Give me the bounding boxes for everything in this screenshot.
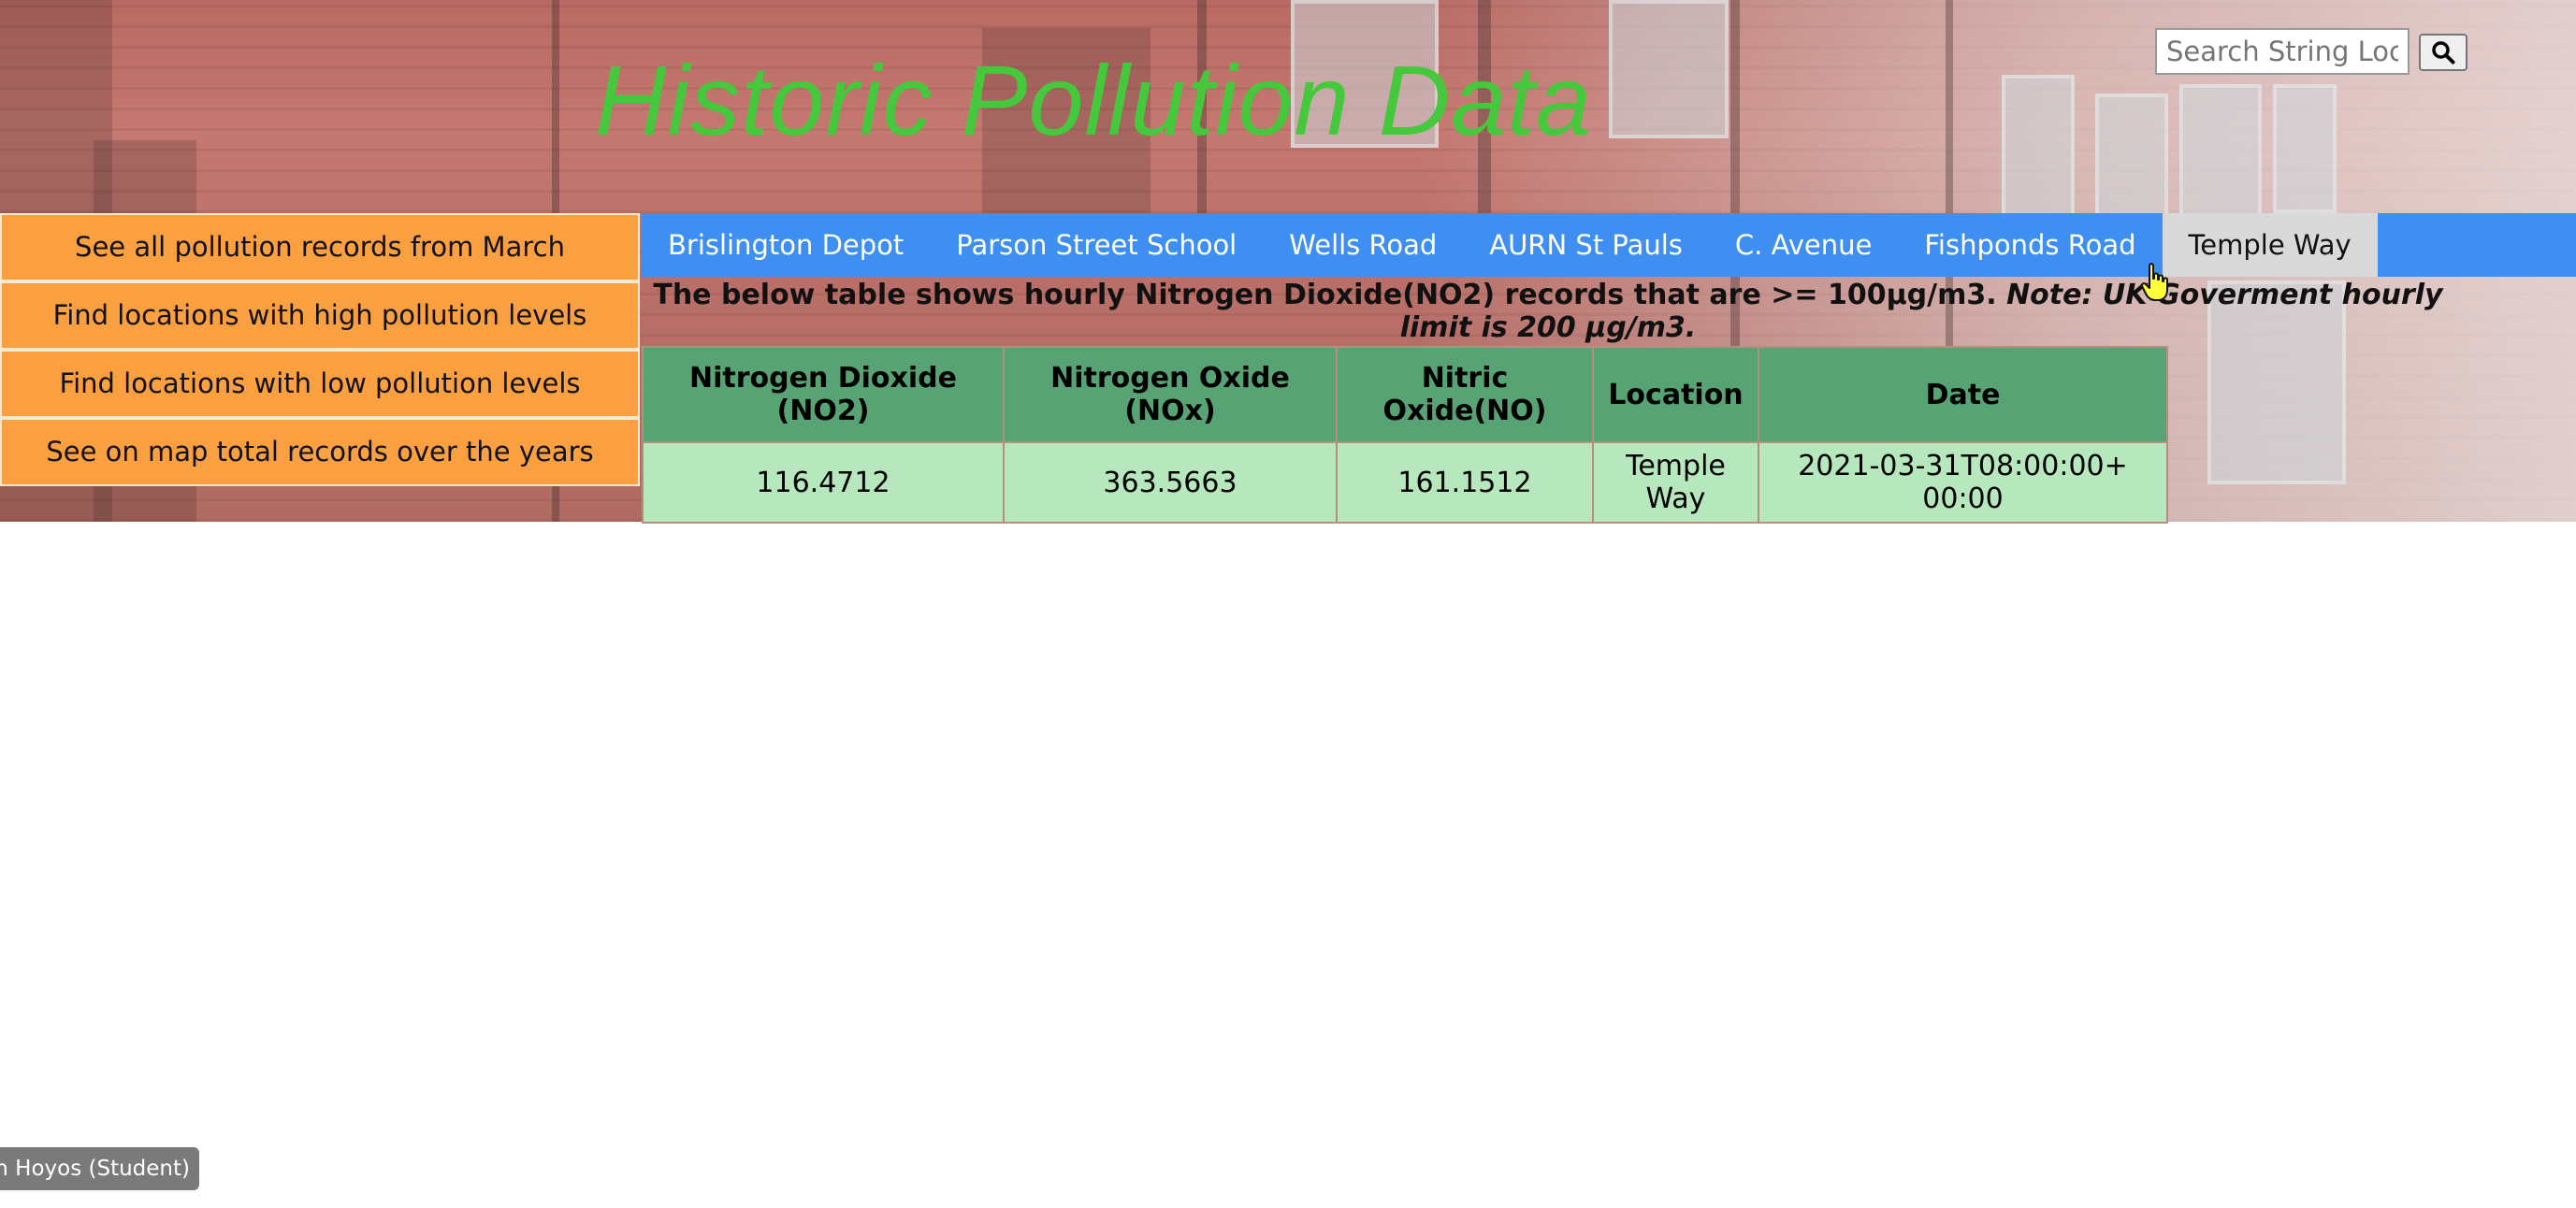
nav-item-aurn-st-pauls[interactable]: AURN St Pauls <box>1463 213 1709 277</box>
note-text: The below table shows hourly Nitrogen Di… <box>653 279 1997 311</box>
nav-item-temple-way[interactable]: Temple Way <box>2162 213 2378 277</box>
nav-item-wells-road[interactable]: Wells Road <box>1263 213 1463 277</box>
search-input[interactable] <box>2155 28 2410 75</box>
page-title: Historic Pollution Data <box>595 46 1592 156</box>
low-pollution-button[interactable]: Find locations with low pollution levels <box>0 350 640 418</box>
march-records-button[interactable]: See all pollution records from March <box>0 213 640 281</box>
map-records-button[interactable]: See on map total records over the years <box>0 418 640 486</box>
hand-pointer-icon <box>2140 263 2168 301</box>
side-menu: See all pollution records from March Fin… <box>0 213 640 486</box>
nav-item-parson-street-school[interactable]: Parson Street School <box>930 213 1263 277</box>
table-description: The below table shows hourly Nitrogen Di… <box>642 279 2454 344</box>
high-pollution-button[interactable]: Find locations with high pollution level… <box>0 281 640 350</box>
cell-no: 161.1512 <box>1336 441 1594 524</box>
column-header-date: Date <box>1758 346 2168 443</box>
nav-item-c-avenue[interactable]: C. Avenue <box>1709 213 1898 277</box>
nav-item-brislington-depot[interactable]: Brislington Depot <box>642 213 930 277</box>
search-button[interactable] <box>2419 34 2467 71</box>
column-header-location: Location <box>1592 346 1759 443</box>
nav-item-fishponds-road[interactable]: Fishponds Road <box>1898 213 2162 277</box>
user-badge: John Hoyos (Student) <box>0 1147 199 1190</box>
column-header-no2: Nitrogen Dioxide (NO2) <box>642 346 1005 443</box>
location-nav: Brislington Depot Parson Street School W… <box>642 213 2576 277</box>
cell-location: Temple Way <box>1592 441 1759 524</box>
column-header-nox: Nitrogen Oxide (NOx) <box>1003 346 1338 443</box>
user-badge-label: John Hoyos (Student) <box>0 1157 190 1181</box>
cell-no2: 116.4712 <box>642 441 1005 524</box>
table-row: 116.4712 363.5663 161.1512 Temple Way 20… <box>642 441 2168 524</box>
cell-date: 2021-03-31T08:00:00+00:00 <box>1758 441 2168 524</box>
search-icon <box>2432 41 2455 65</box>
records-table: Nitrogen Dioxide (NO2) Nitrogen Oxide (N… <box>642 346 2168 524</box>
table-header-row: Nitrogen Dioxide (NO2) Nitrogen Oxide (N… <box>642 346 2168 443</box>
cell-nox: 363.5663 <box>1003 441 1338 524</box>
column-header-no: Nitric Oxide(NO) <box>1336 346 1594 443</box>
